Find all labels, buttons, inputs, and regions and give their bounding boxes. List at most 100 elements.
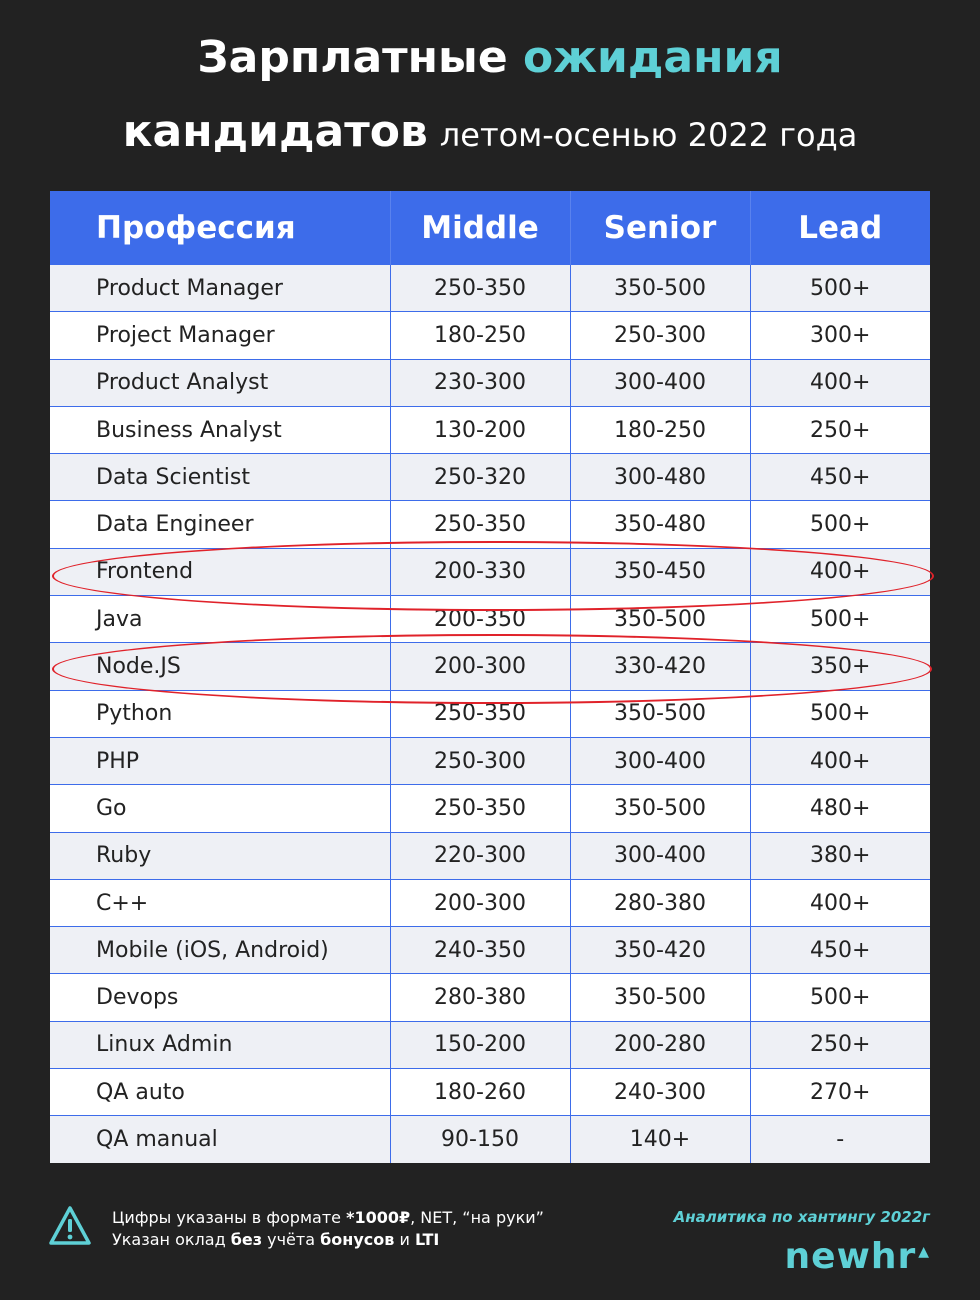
cell-senior: 350-450: [570, 548, 751, 597]
cell-middle: 250-350: [390, 265, 571, 313]
table-row: Node.JS 200-300 330-420 350+: [50, 642, 930, 691]
footer-text: Указан оклад: [112, 1230, 231, 1249]
cell-lead: 380+: [750, 832, 930, 880]
table-row: Product Manager 250-350 350-500 500+: [50, 265, 930, 313]
footer-text-bold: без: [230, 1230, 263, 1249]
table-row: Ruby 220-300 300-400 380+: [50, 832, 930, 880]
title-accent-word: ожидания: [523, 32, 783, 83]
cell-senior: 300-400: [570, 832, 751, 880]
table-body: Product Manager 250-350 350-500 500+ Project…: [50, 265, 930, 1163]
table-row: Go 250-350 350-500 480+: [50, 784, 930, 833]
cell-lead: 400+: [750, 879, 930, 928]
cell-middle: 240-350: [390, 926, 571, 975]
table-row: QA auto 180-260 240-300 270+: [50, 1068, 930, 1117]
page-title-line1: Зарплатные ожидания: [0, 32, 980, 84]
cell-lead: 500+: [750, 595, 930, 644]
cell-lead: 500+: [750, 265, 930, 313]
header-middle: Middle: [390, 191, 571, 265]
cell-senior: 140+: [570, 1115, 751, 1163]
footer-text: учёта: [262, 1230, 321, 1249]
cell-middle: 130-200: [390, 406, 571, 455]
table-row: Data Scientist 250-320 300-480 450+: [50, 453, 930, 502]
cell-profession: Project Manager: [50, 311, 391, 360]
salary-table: Профессия Middle Senior Lead Product Man…: [50, 191, 930, 1163]
brand-caption: Аналитика по хантингу 2022г: [673, 1208, 930, 1226]
cell-middle: 220-300: [390, 832, 571, 880]
cell-senior: 350-500: [570, 690, 751, 738]
footer-note-line2: Указан оклад без учёта бонусов и LTI: [112, 1229, 544, 1251]
cell-profession: Python: [50, 690, 391, 738]
cell-lead: 450+: [750, 453, 930, 502]
cell-lead: 500+: [750, 973, 930, 1022]
footer-text: , NET, “на руки”: [410, 1208, 544, 1227]
footer-text: Цифры указаны в формате: [112, 1208, 347, 1227]
cell-lead: 400+: [750, 359, 930, 407]
cell-senior: 350-500: [570, 265, 751, 313]
cell-lead: -: [750, 1115, 930, 1163]
footer-note-line1: Цифры указаны в формате *1000₽, NET, “на…: [112, 1207, 544, 1229]
cell-senior: 350-500: [570, 595, 751, 644]
cell-profession: Business Analyst: [50, 406, 391, 455]
cell-senior: 350-500: [570, 784, 751, 833]
cell-senior: 350-480: [570, 500, 751, 549]
cell-middle: 200-300: [390, 642, 571, 691]
cell-profession: PHP: [50, 737, 391, 786]
cell-middle: 90-150: [390, 1115, 571, 1163]
cell-middle: 280-380: [390, 973, 571, 1022]
cell-middle: 180-260: [390, 1068, 571, 1117]
table-row: C++ 200-300 280-380 400+: [50, 879, 930, 928]
cell-profession: Linux Admin: [50, 1021, 391, 1070]
cell-senior: 240-300: [570, 1068, 751, 1117]
cell-profession: Data Engineer: [50, 500, 391, 549]
cell-senior: 350-420: [570, 926, 751, 975]
cell-middle: 250-300: [390, 737, 571, 786]
cell-middle: 250-350: [390, 784, 571, 833]
cell-senior: 350-500: [570, 973, 751, 1022]
cell-senior: 180-250: [570, 406, 751, 455]
table-row: Devops 280-380 350-500 500+: [50, 973, 930, 1022]
title-subtitle: летом-осенью 2022 года: [439, 116, 858, 154]
cell-lead: 500+: [750, 500, 930, 549]
cell-middle: 200-330: [390, 548, 571, 597]
table-row: Business Analyst 130-200 180-250 250+: [50, 406, 930, 455]
cell-lead: 400+: [750, 548, 930, 597]
header-lead: Lead: [750, 191, 930, 265]
cell-profession: Devops: [50, 973, 391, 1022]
cell-profession: Data Scientist: [50, 453, 391, 502]
table-row: Frontend 200-330 350-450 400+: [50, 548, 930, 597]
cell-senior: 330-420: [570, 642, 751, 691]
table-row: Java 200-350 350-500 500+: [50, 595, 930, 644]
cell-profession: QA auto: [50, 1068, 391, 1117]
cell-profession: Product Analyst: [50, 359, 391, 407]
cell-profession: C++: [50, 879, 391, 928]
cell-lead: 500+: [750, 690, 930, 738]
cell-lead: 400+: [750, 737, 930, 786]
table-row: QA manual 90-150 140+ -: [50, 1115, 930, 1163]
header-profession: Профессия: [50, 191, 391, 265]
cell-profession: Frontend: [50, 548, 391, 597]
cell-middle: 180-250: [390, 311, 571, 360]
cell-profession: QA manual: [50, 1115, 391, 1163]
brand-logo-text: newhr: [784, 1236, 917, 1277]
cell-profession: Node.JS: [50, 642, 391, 691]
table-header-row: Профессия Middle Senior Lead: [50, 191, 930, 265]
logo-triangle-icon: ▲: [918, 1244, 930, 1260]
salary-table-container: Профессия Middle Senior Lead Product Man…: [50, 191, 934, 1163]
cell-middle: 200-300: [390, 879, 571, 928]
table-row: Python 250-350 350-500 500+: [50, 690, 930, 738]
page-title-line2: кандидатов летом-осенью 2022 года: [0, 106, 980, 167]
cell-lead: 270+: [750, 1068, 930, 1117]
table-row: Linux Admin 150-200 200-280 250+: [50, 1021, 930, 1070]
cell-middle: 250-350: [390, 500, 571, 549]
cell-profession: Go: [50, 784, 391, 833]
cell-middle: 200-350: [390, 595, 571, 644]
title-word: Зарплатные: [197, 32, 508, 83]
cell-senior: 300-400: [570, 737, 751, 786]
cell-senior: 300-400: [570, 359, 751, 407]
cell-senior: 280-380: [570, 879, 751, 928]
cell-lead: 480+: [750, 784, 930, 833]
table-row: Project Manager 180-250 250-300 300+: [50, 311, 930, 360]
cell-middle: 250-350: [390, 690, 571, 738]
cell-lead: 250+: [750, 1021, 930, 1070]
cell-lead: 450+: [750, 926, 930, 975]
